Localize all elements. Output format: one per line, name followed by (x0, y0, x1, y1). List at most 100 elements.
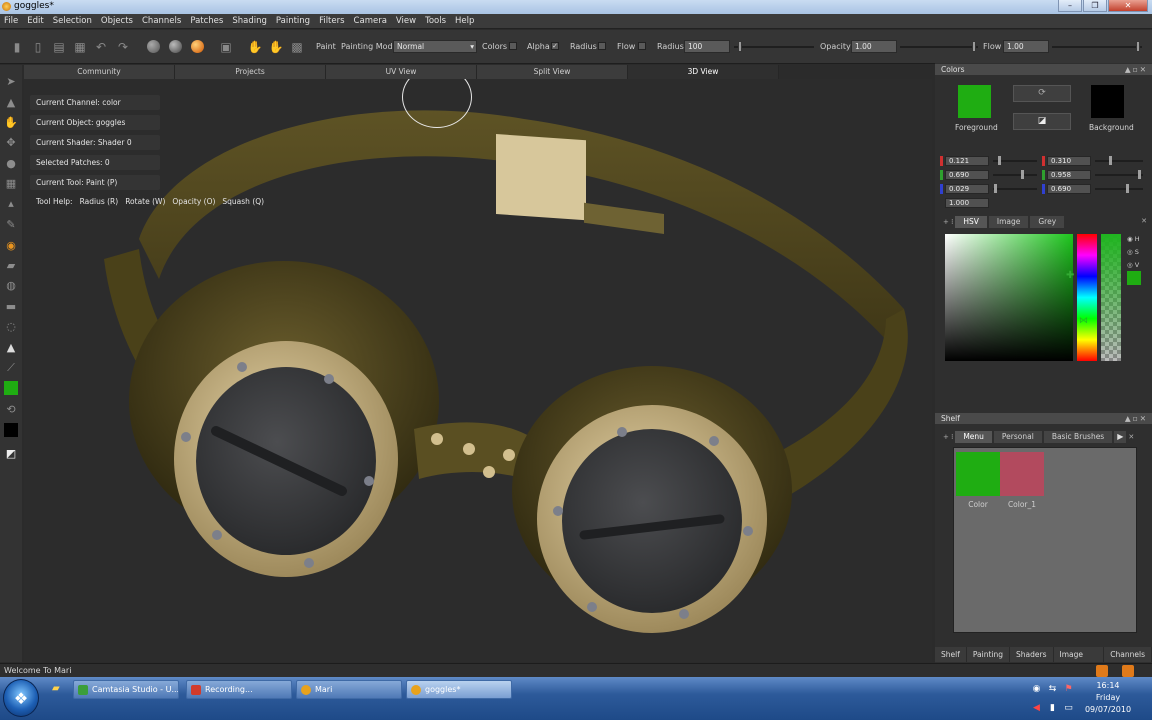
opacity-slider-track[interactable] (900, 46, 978, 48)
menu-patches[interactable]: Patches (190, 16, 223, 26)
taskbar-mari[interactable]: Mari (296, 680, 402, 699)
wireframe-icon[interactable]: ▣ (218, 39, 234, 55)
bg-green-slider-handle[interactable] (1138, 170, 1142, 179)
blur-icon[interactable]: ◌ (3, 318, 19, 334)
radius-checkbox[interactable] (598, 42, 606, 50)
tab-grey[interactable]: Grey (1030, 216, 1065, 228)
fg-green-slider[interactable] (993, 174, 1037, 176)
fg-red-slider-handle[interactable] (997, 156, 1001, 165)
hsv-radio-h[interactable]: ◉ H (1127, 235, 1140, 243)
shelf-close-tab-icon[interactable]: ✕ (1128, 431, 1134, 443)
3d-viewport[interactable]: Current Channel: color Current Object: g… (24, 79, 932, 662)
radius-slider-handle[interactable] (738, 41, 742, 52)
bg-blue-slider-handle[interactable] (1126, 184, 1130, 193)
save-icon[interactable]: ▤ (51, 39, 67, 55)
hsv-radio-s[interactable]: ◎ S (1127, 248, 1139, 256)
fg-blue-input[interactable]: 0.029 (945, 184, 989, 194)
stamp-icon[interactable]: ▴ (3, 195, 19, 211)
reset-colors-icon[interactable]: ◩ (3, 445, 19, 461)
paint-tool-icon[interactable]: ✋ (268, 39, 284, 55)
flow-slider-track[interactable] (1052, 46, 1142, 48)
tab-channels[interactable]: Channels (1104, 647, 1152, 662)
tab-community[interactable]: Community (24, 65, 175, 79)
tab-menu[interactable]: Menu (955, 431, 992, 443)
smooth-shading-icon[interactable] (169, 40, 182, 53)
menu-camera[interactable]: Camera (354, 16, 387, 26)
alpha-checkbox[interactable]: ✓ (551, 42, 559, 50)
foreground-color-swatch[interactable] (4, 381, 18, 395)
tab-personal[interactable]: Personal (993, 431, 1042, 443)
background-color-swatch[interactable] (4, 423, 18, 437)
menu-view[interactable]: View (396, 16, 416, 26)
select-triangle-icon[interactable]: ▲ (3, 94, 19, 110)
panel-float-close-icon[interactable]: ▲▫✕ (1125, 64, 1148, 75)
taskbar-camtasia[interactable]: Camtasia Studio - U... (73, 680, 179, 699)
flow-input[interactable]: 1.00 (1003, 40, 1049, 53)
opacity-slider-handle[interactable] (972, 41, 976, 52)
tray-display-icon[interactable]: ▭ (1063, 703, 1074, 714)
flat-shading-icon[interactable] (147, 40, 160, 53)
painting-mode-select[interactable]: Normal ▾ (393, 40, 477, 53)
new-project-icon[interactable]: ▮ (9, 39, 25, 55)
radius-input[interactable]: 100 (684, 40, 730, 53)
mari-status-icon-2[interactable] (1122, 665, 1134, 677)
hue-slider[interactable]: ⋈ (1077, 234, 1097, 361)
taskbar-clock[interactable]: 16:14 Friday 09/07/2010 (1080, 680, 1136, 716)
radius-slider-track[interactable] (734, 46, 814, 48)
minimize-button[interactable]: – (1058, 0, 1082, 12)
tab-image[interactable]: Image (988, 216, 1029, 228)
tab-shaders[interactable]: Shaders (1010, 647, 1054, 662)
fg-green-input[interactable]: 0.690 (945, 170, 989, 180)
tab-3d-view[interactable]: 3D View (628, 65, 779, 79)
taskbar-goggles[interactable]: goggles* (406, 680, 512, 699)
redo-icon[interactable]: ↷ (115, 39, 131, 55)
close-button[interactable]: ✕ (1108, 0, 1148, 12)
bg-blue-slider[interactable] (1095, 188, 1143, 190)
move-icon[interactable]: ✥ (3, 134, 19, 150)
reset-colors-button[interactable]: ◪ (1013, 113, 1071, 130)
tab-painting[interactable]: Painting (967, 647, 1011, 662)
menu-file[interactable]: File (4, 16, 18, 26)
menu-selection[interactable]: Selection (53, 16, 92, 26)
shelf-item-color-1[interactable] (1000, 452, 1044, 496)
menu-filters[interactable]: Filters (319, 16, 344, 26)
drop-icon[interactable]: ● (3, 155, 19, 171)
close-project-icon[interactable]: ▯ (30, 39, 46, 55)
plus-icon[interactable]: + ⁞ (943, 216, 953, 228)
menu-help[interactable]: Help (455, 16, 474, 26)
bg-red-input[interactable]: 0.310 (1047, 156, 1091, 166)
eyedropper-icon[interactable]: ✎ (3, 216, 19, 232)
close-tab-icon[interactable]: ✕ (1141, 217, 1147, 225)
hsv-radio-v[interactable]: ◎ V (1127, 261, 1139, 269)
clone-icon[interactable]: ◍ (3, 277, 19, 293)
flow-slider-handle[interactable] (1136, 41, 1140, 52)
bg-green-slider[interactable] (1095, 174, 1143, 176)
menu-tools[interactable]: Tools (425, 16, 446, 26)
alpha-slider[interactable] (1101, 234, 1121, 361)
fg-alpha-input[interactable]: 1.000 (945, 198, 989, 208)
fg-blue-slider-handle[interactable] (994, 184, 998, 193)
saturation-value-picker[interactable]: ✚ (945, 234, 1074, 361)
eraser-icon[interactable]: ▰ (3, 257, 19, 273)
menu-channels[interactable]: Channels (142, 16, 181, 26)
shelf-item-color[interactable] (956, 452, 1000, 496)
tab-projects[interactable]: Projects (175, 65, 326, 79)
restore-button[interactable]: ❐ (1083, 0, 1107, 12)
grid-icon[interactable]: ▦ (3, 175, 19, 191)
taskbar-recording[interactable]: Recording... (186, 680, 292, 699)
paint-through-icon[interactable]: ✋ (247, 39, 263, 55)
bake-icon[interactable]: ▩ (289, 39, 305, 55)
gradient-icon[interactable]: ▬ (3, 298, 19, 314)
export-icon[interactable]: ▦ (72, 39, 88, 55)
fg-blue-slider[interactable] (993, 188, 1037, 190)
bg-red-slider-handle[interactable] (1108, 156, 1112, 165)
menu-objects[interactable]: Objects (101, 16, 133, 26)
pen-icon[interactable]: ⟋ (3, 360, 19, 376)
tab-split-view[interactable]: Split View (477, 65, 628, 79)
tray-security-icon[interactable]: ⚑ (1063, 684, 1074, 695)
tab-uv-view[interactable]: UV View (326, 65, 477, 79)
shelf-plus-icon[interactable]: + ⁞ (943, 431, 953, 443)
start-button[interactable]: ❖ (3, 679, 39, 717)
full-shading-icon[interactable] (191, 40, 204, 53)
foreground-swatch[interactable] (958, 85, 991, 118)
